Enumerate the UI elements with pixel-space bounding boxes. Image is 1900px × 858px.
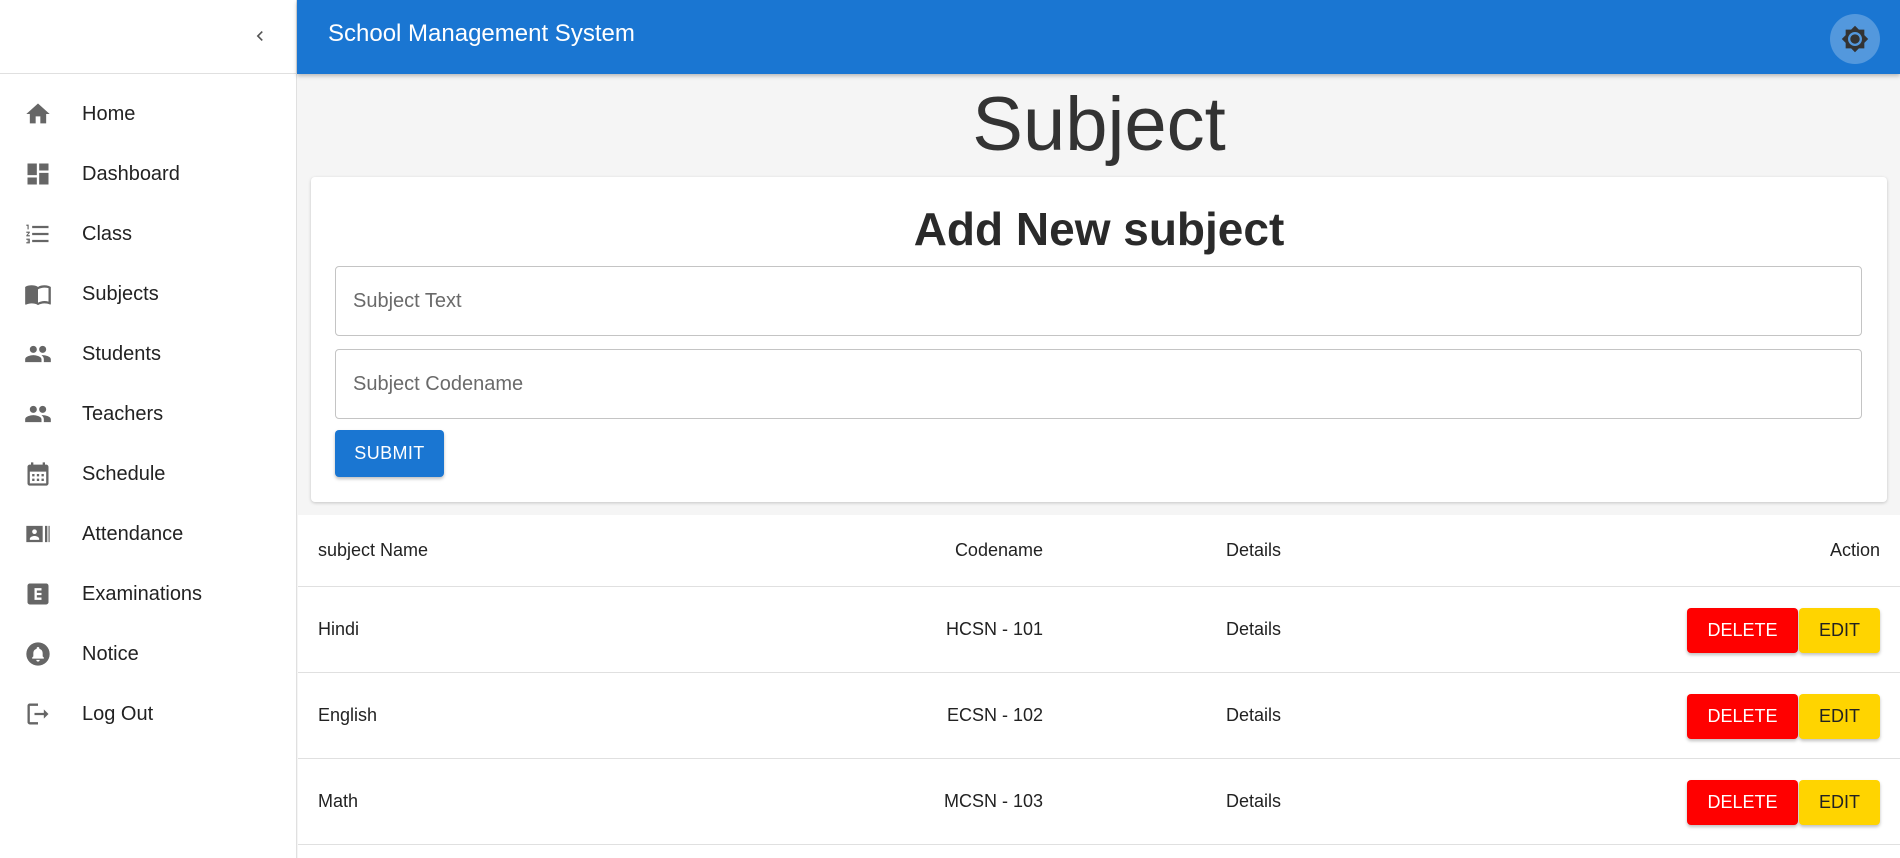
theme-toggle-button[interactable] — [1830, 14, 1880, 64]
subject-codename-field — [335, 349, 1862, 419]
main-content: Subject Add New subject SUBMIT subject N… — [298, 74, 1900, 858]
bell-icon — [24, 640, 52, 668]
sidebar: Home Dashboard Class Subjects Students T… — [0, 0, 297, 858]
sidebar-item-label: Home — [82, 102, 136, 125]
sidebar-item-label: Students — [82, 342, 161, 365]
header-details: Details — [1226, 540, 1282, 560]
edit-button[interactable]: EDIT — [1799, 780, 1880, 825]
subject-name-cell: English — [318, 705, 378, 725]
sidebar-item-notice[interactable]: Notice — [0, 624, 296, 684]
sidebar-item-students[interactable]: Students — [0, 324, 296, 384]
sidebar-item-label: Notice — [82, 642, 139, 665]
exam-icon — [24, 580, 52, 608]
sidebar-item-label: Subjects — [82, 282, 159, 305]
edit-button[interactable]: EDIT — [1799, 694, 1880, 739]
dashboard-icon — [24, 160, 52, 188]
subject-text-input[interactable] — [336, 267, 1861, 335]
form-title: Add New subject — [913, 203, 1285, 255]
brightness-icon — [1841, 25, 1869, 53]
chevron-left-icon — [256, 31, 263, 41]
row-actions: DELETE EDIT — [1687, 608, 1880, 653]
sidebar-item-label: Schedule — [82, 462, 166, 485]
subject-codename-input[interactable] — [336, 350, 1861, 418]
sidebar-item-schedule[interactable]: Schedule — [0, 444, 296, 504]
subject-name-cell: Math — [318, 791, 359, 811]
details-cell: Details — [1226, 705, 1282, 725]
collapse-sidebar-button[interactable] — [242, 18, 278, 54]
row-actions: DELETE EDIT — [1687, 780, 1880, 825]
add-subject-form: Add New subject SUBMIT — [311, 177, 1887, 502]
sidebar-item-attendance[interactable]: Attendance — [0, 504, 296, 564]
details-cell: Details — [1226, 791, 1282, 811]
header-codename: Codename — [954, 540, 1043, 560]
table-header-row: subject Name Codename Details Action — [298, 515, 1900, 587]
header-action: Action — [1829, 540, 1880, 560]
submit-button[interactable]: SUBMIT — [335, 430, 444, 477]
table-row: Hindi HCSN - 101 Details DELETE EDIT — [298, 587, 1900, 673]
codename-cell: HCSN - 101 — [945, 619, 1043, 639]
sidebar-item-logout[interactable]: Log Out — [0, 684, 296, 744]
codename-cell: MCSN - 103 — [943, 791, 1043, 811]
sidebar-item-dashboard[interactable]: Dashboard — [0, 144, 296, 204]
sidebar-item-home[interactable]: Home — [0, 84, 296, 144]
codename-cell: ECSN - 102 — [946, 705, 1043, 725]
people-icon — [24, 340, 52, 368]
sidebar-item-subjects[interactable]: Subjects — [0, 264, 296, 324]
delete-button[interactable]: DELETE — [1687, 694, 1798, 739]
sidebar-nav: Home Dashboard Class Subjects Students T… — [0, 74, 296, 744]
page-title: Subject — [972, 82, 1226, 167]
sidebar-item-examinations[interactable]: Examinations — [0, 564, 296, 624]
book-icon — [24, 280, 52, 308]
details-cell: Details — [1226, 619, 1282, 639]
table-row: Math MCSN - 103 Details DELETE EDIT — [298, 759, 1900, 845]
id-card-icon — [24, 520, 52, 548]
sidebar-item-label: Teachers — [82, 402, 164, 425]
subjects-table: subject Name Codename Details Action Hin… — [298, 515, 1900, 858]
sidebar-item-label: Class — [82, 222, 133, 245]
row-actions: DELETE EDIT — [1687, 694, 1880, 739]
edit-button[interactable]: EDIT — [1799, 608, 1880, 653]
sidebar-header — [0, 0, 296, 74]
people-icon — [24, 400, 52, 428]
header-subject-name: subject Name — [318, 540, 429, 560]
list-icon — [24, 220, 52, 248]
app-bar: School Management System — [297, 0, 1900, 74]
sidebar-item-teachers[interactable]: Teachers — [0, 384, 296, 444]
sidebar-item-class[interactable]: Class — [0, 204, 296, 264]
sidebar-item-label: Dashboard — [82, 162, 180, 185]
delete-button[interactable]: DELETE — [1687, 608, 1798, 653]
table-row: English ECSN - 102 Details DELETE EDIT — [298, 673, 1900, 759]
delete-button[interactable]: DELETE — [1687, 780, 1798, 825]
app-title: School Management System — [328, 20, 635, 47]
sidebar-item-label: Examinations — [82, 582, 203, 605]
sidebar-item-label: Log Out — [82, 702, 154, 725]
subject-text-field — [335, 266, 1862, 336]
subject-name-cell: Hindi — [318, 619, 360, 639]
calendar-icon — [24, 460, 52, 488]
home-icon — [24, 100, 52, 128]
sidebar-item-label: Attendance — [82, 522, 184, 545]
logout-icon — [24, 700, 52, 728]
